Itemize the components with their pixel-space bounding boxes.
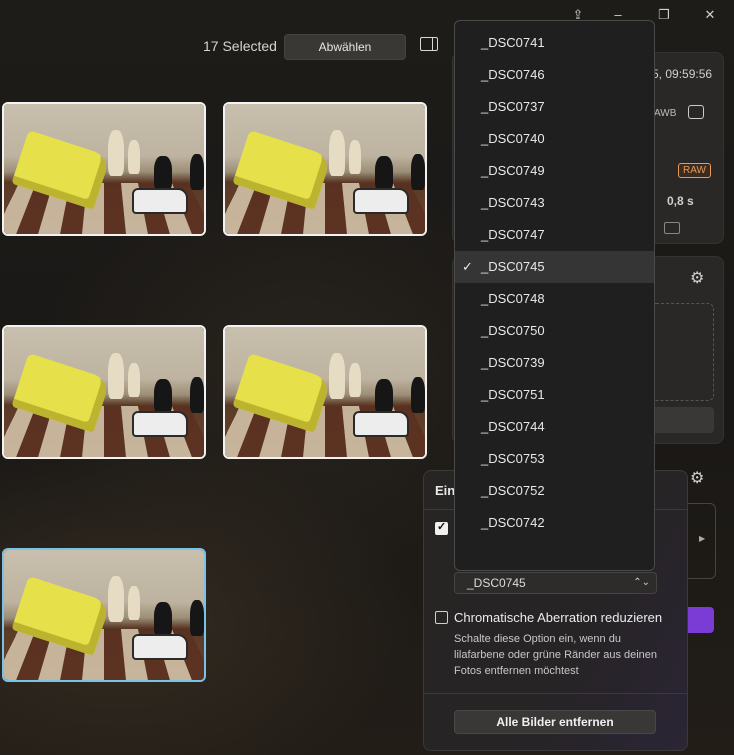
selected-count: 17 Selected [203,38,277,54]
stack-icon [664,222,680,234]
chromatic-label: Chromatische Aberration reduzieren [454,610,663,625]
option-checkbox[interactable] [435,520,448,535]
photo-thumbnail[interactable] [2,325,206,459]
dropdown-item-label: _DSC0748 [481,291,545,306]
photo-thumbnail-active[interactable] [2,548,206,682]
dropdown-item[interactable]: _DSC0750 [455,315,654,347]
dropdown-item-label: _DSC0752 [481,483,545,498]
photo-thumbnail[interactable] [2,102,206,236]
dropdown-item-label: _DSC0753 [481,451,545,466]
awb-label: AWB [654,108,677,119]
dropdown-item[interactable]: _DSC0741 [455,27,654,59]
dropdown-item-label: _DSC0742 [481,515,545,530]
dropdown-item-label: _DSC0749 [481,163,545,178]
dropdown-item-label: _DSC0739 [481,355,545,370]
drop-zone[interactable]: ▶ [686,503,716,579]
dropdown-item-label: _DSC0744 [481,419,545,434]
dropdown-item[interactable]: _DSC0737 [455,91,654,123]
dropdown-item[interactable]: _DSC0746 [455,59,654,91]
gear-icon[interactable]: ⚙ [690,268,704,288]
dropdown-item[interactable]: _DSC0743 [455,187,654,219]
dropdown-item[interactable]: _DSC0739 [455,347,654,379]
raw-badge: RAW [678,163,711,178]
dropdown-item[interactable]: _DSC0744 [455,411,654,443]
dropdown-item-label: _DSC0740 [481,131,545,146]
dropdown-item[interactable]: _DSC0752 [455,475,654,507]
dropdown-item-label: _DSC0745 [481,259,545,274]
chromatic-checkbox[interactable] [435,611,448,624]
dropdown-item[interactable]: _DSC0751 [455,379,654,411]
dropdown-item[interactable]: _DSC0742 [455,507,654,539]
dropdown-item[interactable]: _DSC0748 [455,283,654,315]
select-value: _DSC0745 [467,576,526,590]
close-button[interactable]: ✕ [698,4,722,26]
check-icon: ✓ [462,259,473,274]
dropdown-item-label: _DSC0743 [481,195,545,210]
photo-thumbnail[interactable] [223,102,427,236]
dropdown-item[interactable]: _DSC0740 [455,123,654,155]
chevron-updown-icon: ⌃⌄ [633,577,650,588]
dropdown-item-label: _DSC0751 [481,387,545,402]
photo-thumbnail[interactable] [223,325,427,459]
drop-zone[interactable] [650,303,714,401]
dropdown-item-label: _DSC0750 [481,323,545,338]
primary-action-button[interactable] [686,607,714,633]
dropdown-item[interactable]: _DSC0747 [455,219,654,251]
panel-button[interactable] [650,407,714,433]
camera-mode-icon [688,105,704,119]
chromatic-description: Schalte diese Option ein, wenn du lilafa… [454,633,658,677]
gear-icon[interactable]: ⚙ [690,468,704,488]
dropdown-item[interactable]: _DSC0753 [455,443,654,475]
image-dropdown-list: _DSC0741 _DSC0746 _DSC0737 _DSC0740 _DSC0749… [454,20,655,571]
divider [424,693,687,694]
dropdown-item-label: _DSC0747 [481,227,545,242]
shutter-speed: 0,8 s [667,194,694,208]
dropdown-item-label: _DSC0741 [481,35,545,50]
dropdown-item[interactable]: _DSC0749 [455,155,654,187]
dropdown-item[interactable]: ✓ _DSC0745 [455,251,654,283]
dropdown-item-label: _DSC0746 [481,67,545,82]
timestamp: 5, 09:59:56 [652,67,713,81]
remove-all-button[interactable]: Alle Bilder entfernen [454,710,656,734]
panel-toggle-icon[interactable] [420,37,438,51]
restore-button[interactable]: ❐ [652,4,676,26]
dropdown-item-label: _DSC0737 [481,99,545,114]
reference-image-select[interactable]: _DSC0745 ⌃⌄ [454,572,657,594]
flyout-title: Ein [435,483,456,498]
deselect-button[interactable]: Abwählen [284,34,406,60]
